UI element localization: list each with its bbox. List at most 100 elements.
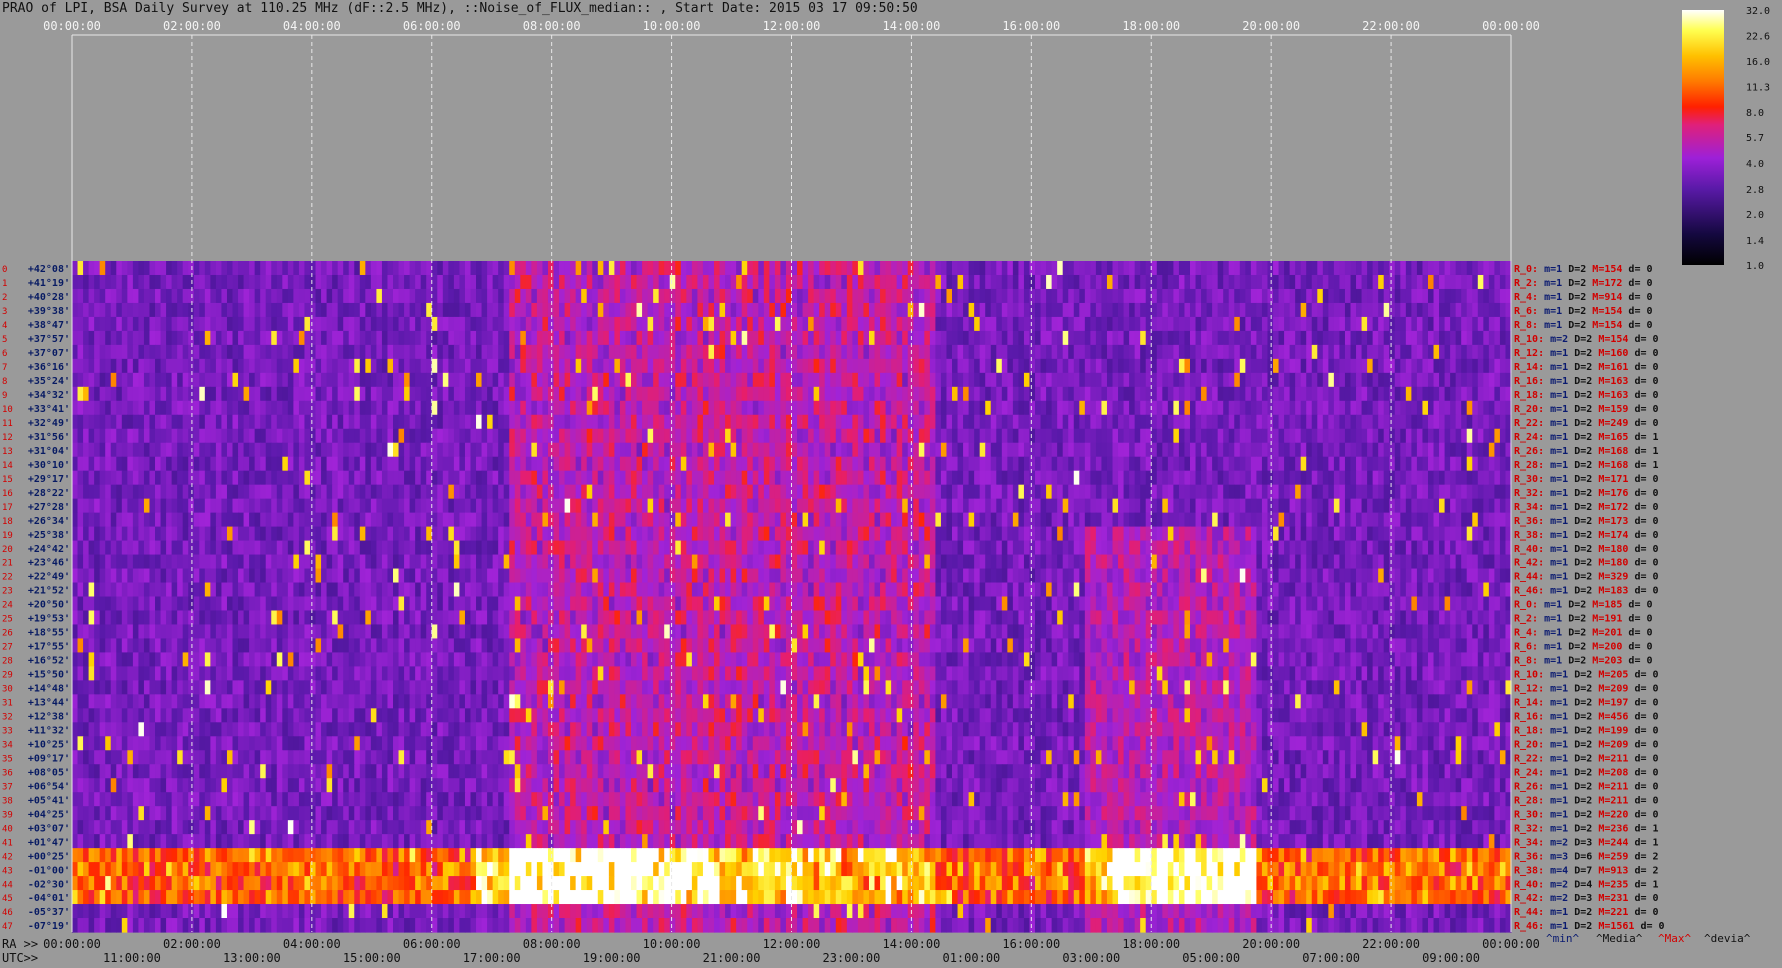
heat-cell xyxy=(619,498,627,514)
heat-cell xyxy=(625,302,632,318)
heat-cell xyxy=(359,288,366,304)
heat-cell xyxy=(974,261,981,276)
heat-cell xyxy=(691,358,699,374)
heat-cell xyxy=(675,512,682,528)
heat-cell xyxy=(1367,512,1374,528)
heat-cell xyxy=(1189,316,1197,332)
heat-cell xyxy=(265,442,272,458)
heat-cell xyxy=(1029,288,1036,304)
heat-cell xyxy=(758,400,765,416)
heat-cell xyxy=(990,358,997,374)
heat-cell xyxy=(664,442,671,458)
heat-cell xyxy=(309,512,317,528)
heat-cell xyxy=(1134,274,1141,290)
heat-cell xyxy=(1306,400,1313,416)
heat-cell xyxy=(619,261,627,276)
heat-cell xyxy=(1350,414,1357,430)
heat-cell xyxy=(1134,414,1141,430)
heat-cell xyxy=(669,288,676,304)
heat-cell xyxy=(1317,344,1324,360)
heat-cell xyxy=(1201,470,1208,486)
heat-cell xyxy=(110,526,117,542)
heat-cell xyxy=(863,330,870,346)
heat-cell xyxy=(177,344,184,360)
heat-cell xyxy=(741,372,748,388)
heat-cell xyxy=(1090,372,1097,388)
heat-cell xyxy=(459,470,466,486)
heat-cell xyxy=(404,358,411,374)
heat-cell xyxy=(1189,261,1197,276)
heat-cell xyxy=(647,372,654,388)
heat-cell xyxy=(1178,330,1186,346)
heat-cell xyxy=(808,288,815,304)
heat-cell xyxy=(885,512,892,528)
heat-cell xyxy=(1367,330,1374,346)
heat-cell xyxy=(940,261,948,276)
heat-cell xyxy=(1079,498,1086,514)
heat-cell xyxy=(536,456,544,472)
heat-cell xyxy=(193,316,200,332)
heat-cell xyxy=(769,386,776,402)
heat-cell xyxy=(808,386,815,402)
heat-cell xyxy=(1439,512,1446,528)
heat-cell xyxy=(160,386,167,402)
heat-cell xyxy=(1184,316,1191,332)
heat-cell xyxy=(481,428,488,444)
heat-cell xyxy=(232,316,239,332)
heat-cell xyxy=(708,274,715,290)
heat-cell xyxy=(1184,302,1191,318)
heat-cell xyxy=(309,400,317,416)
heat-cell xyxy=(1400,428,1407,444)
heat-cell xyxy=(592,498,599,514)
heat-cell xyxy=(830,400,837,416)
heat-cell xyxy=(780,302,787,318)
heat-cell xyxy=(680,344,687,360)
heat-cell xyxy=(520,316,527,332)
heat-cell xyxy=(321,330,328,346)
heat-cell xyxy=(625,470,632,486)
heat-cell xyxy=(1317,484,1324,500)
heat-cell xyxy=(249,344,256,360)
heat-cell xyxy=(769,456,776,472)
heat-cell xyxy=(132,344,140,360)
heat-cell xyxy=(1339,274,1346,290)
heat-cell xyxy=(359,261,366,276)
heat-cell xyxy=(1007,358,1014,374)
heat-cell xyxy=(265,428,272,444)
heat-cell xyxy=(121,512,128,528)
heat-cell xyxy=(725,456,732,472)
heat-cell xyxy=(287,274,294,290)
heat-cell xyxy=(1023,372,1031,388)
heat-cell xyxy=(514,456,521,472)
heat-cell xyxy=(1333,344,1341,360)
heat-cell xyxy=(1455,358,1462,374)
heat-cell xyxy=(614,302,621,318)
heat-cell xyxy=(326,470,333,486)
heat-cell xyxy=(553,442,560,458)
heat-cell xyxy=(1295,512,1302,528)
heat-cell xyxy=(254,386,261,402)
heat-cell xyxy=(1383,344,1390,360)
heat-cell xyxy=(498,414,505,430)
heat-cell xyxy=(166,330,173,346)
heat-cell xyxy=(1433,484,1440,500)
heat-cell xyxy=(1405,288,1412,304)
heat-cell xyxy=(708,400,715,416)
heat-cell xyxy=(1234,344,1241,360)
heat-cell xyxy=(420,498,427,514)
heat-cell xyxy=(1023,316,1031,332)
heat-cell xyxy=(498,512,505,528)
heat-cell xyxy=(1367,358,1374,374)
heat-cell xyxy=(902,358,909,374)
heat-cell xyxy=(542,344,549,360)
heat-cell xyxy=(1433,470,1440,486)
heat-cell xyxy=(348,400,355,416)
heat-cell xyxy=(1289,498,1296,514)
heat-cell xyxy=(658,274,665,290)
heat-cell xyxy=(1023,484,1031,500)
heat-cell xyxy=(525,288,532,304)
heat-cell xyxy=(570,386,577,402)
heat-cell xyxy=(376,344,383,360)
heat-cell xyxy=(619,428,627,444)
heat-cell xyxy=(880,498,887,514)
